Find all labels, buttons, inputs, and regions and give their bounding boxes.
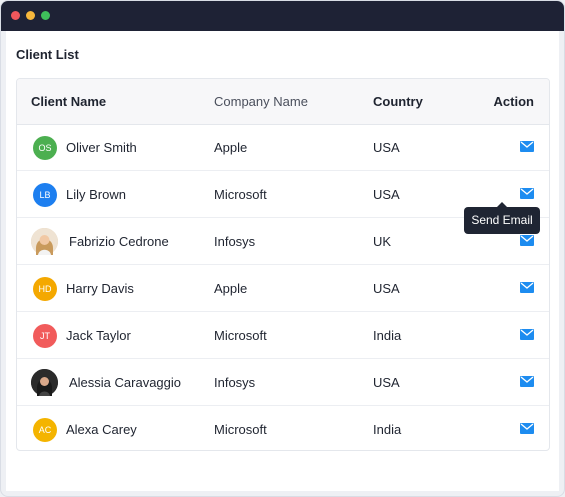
table-row: OS Oliver Smith Apple USA [17,124,549,171]
country: India [373,422,402,437]
mail-icon[interactable] [520,423,534,434]
client-name: Lily Brown [66,187,126,202]
avatar: AC [33,418,57,442]
main-content: Client List Client Name Company Name Cou… [6,31,559,491]
column-header-company: Company Name [214,94,308,109]
country: USA [373,375,400,390]
company-name: Microsoft [214,328,267,343]
company-name: Microsoft [214,422,267,437]
client-name: Fabrizio Cedrone [69,234,169,249]
minimize-window-button[interactable] [26,11,35,20]
mail-icon[interactable] [520,376,534,387]
avatar: LB [33,183,57,207]
client-name: Alexa Carey [66,422,137,437]
window-titlebar [1,1,564,31]
client-name: Jack Taylor [66,328,131,343]
client-name: Oliver Smith [66,140,137,155]
mail-icon[interactable] [520,329,534,340]
mail-icon[interactable] [520,188,534,199]
column-header-country: Country [373,94,423,109]
client-table: Client Name Company Name Country Action … [16,78,550,451]
client-name: Harry Davis [66,281,134,296]
column-header-client: Client Name [31,94,107,109]
app-window: Client List Client Name Company Name Cou… [0,0,565,497]
company-name: Apple [214,281,248,296]
avatar: OS [33,136,57,160]
avatar: HD [33,277,57,301]
page-title: Client List [16,47,79,62]
close-window-button[interactable] [11,11,20,20]
column-header-action: Action [493,94,534,109]
avatar [31,228,58,255]
country: UK [373,234,392,249]
table-row: HD Harry Davis Apple USA [17,265,549,312]
table-row: JT Jack Taylor Microsoft India [17,312,549,359]
country: USA [373,281,400,296]
maximize-window-button[interactable] [41,11,50,20]
avatar [31,369,58,396]
mail-icon[interactable] [520,235,534,246]
country: India [373,328,402,343]
company-name: Microsoft [214,187,267,202]
country: USA [373,187,400,202]
company-name: Infosys [214,234,256,249]
table-row: AC Alexa Carey Microsoft India [17,406,549,450]
mail-icon[interactable] [520,141,534,152]
table-row: Alessia Caravaggio Infosys USA [17,359,549,406]
send-email-tooltip: Send Email [464,202,540,234]
table-header: Client Name Company Name Country Action [17,79,549,125]
avatar: JT [33,324,57,348]
company-name: Infosys [214,375,256,390]
mail-icon[interactable] [520,282,534,293]
country: USA [373,140,400,155]
company-name: Apple [214,140,248,155]
client-name: Alessia Caravaggio [69,375,182,390]
